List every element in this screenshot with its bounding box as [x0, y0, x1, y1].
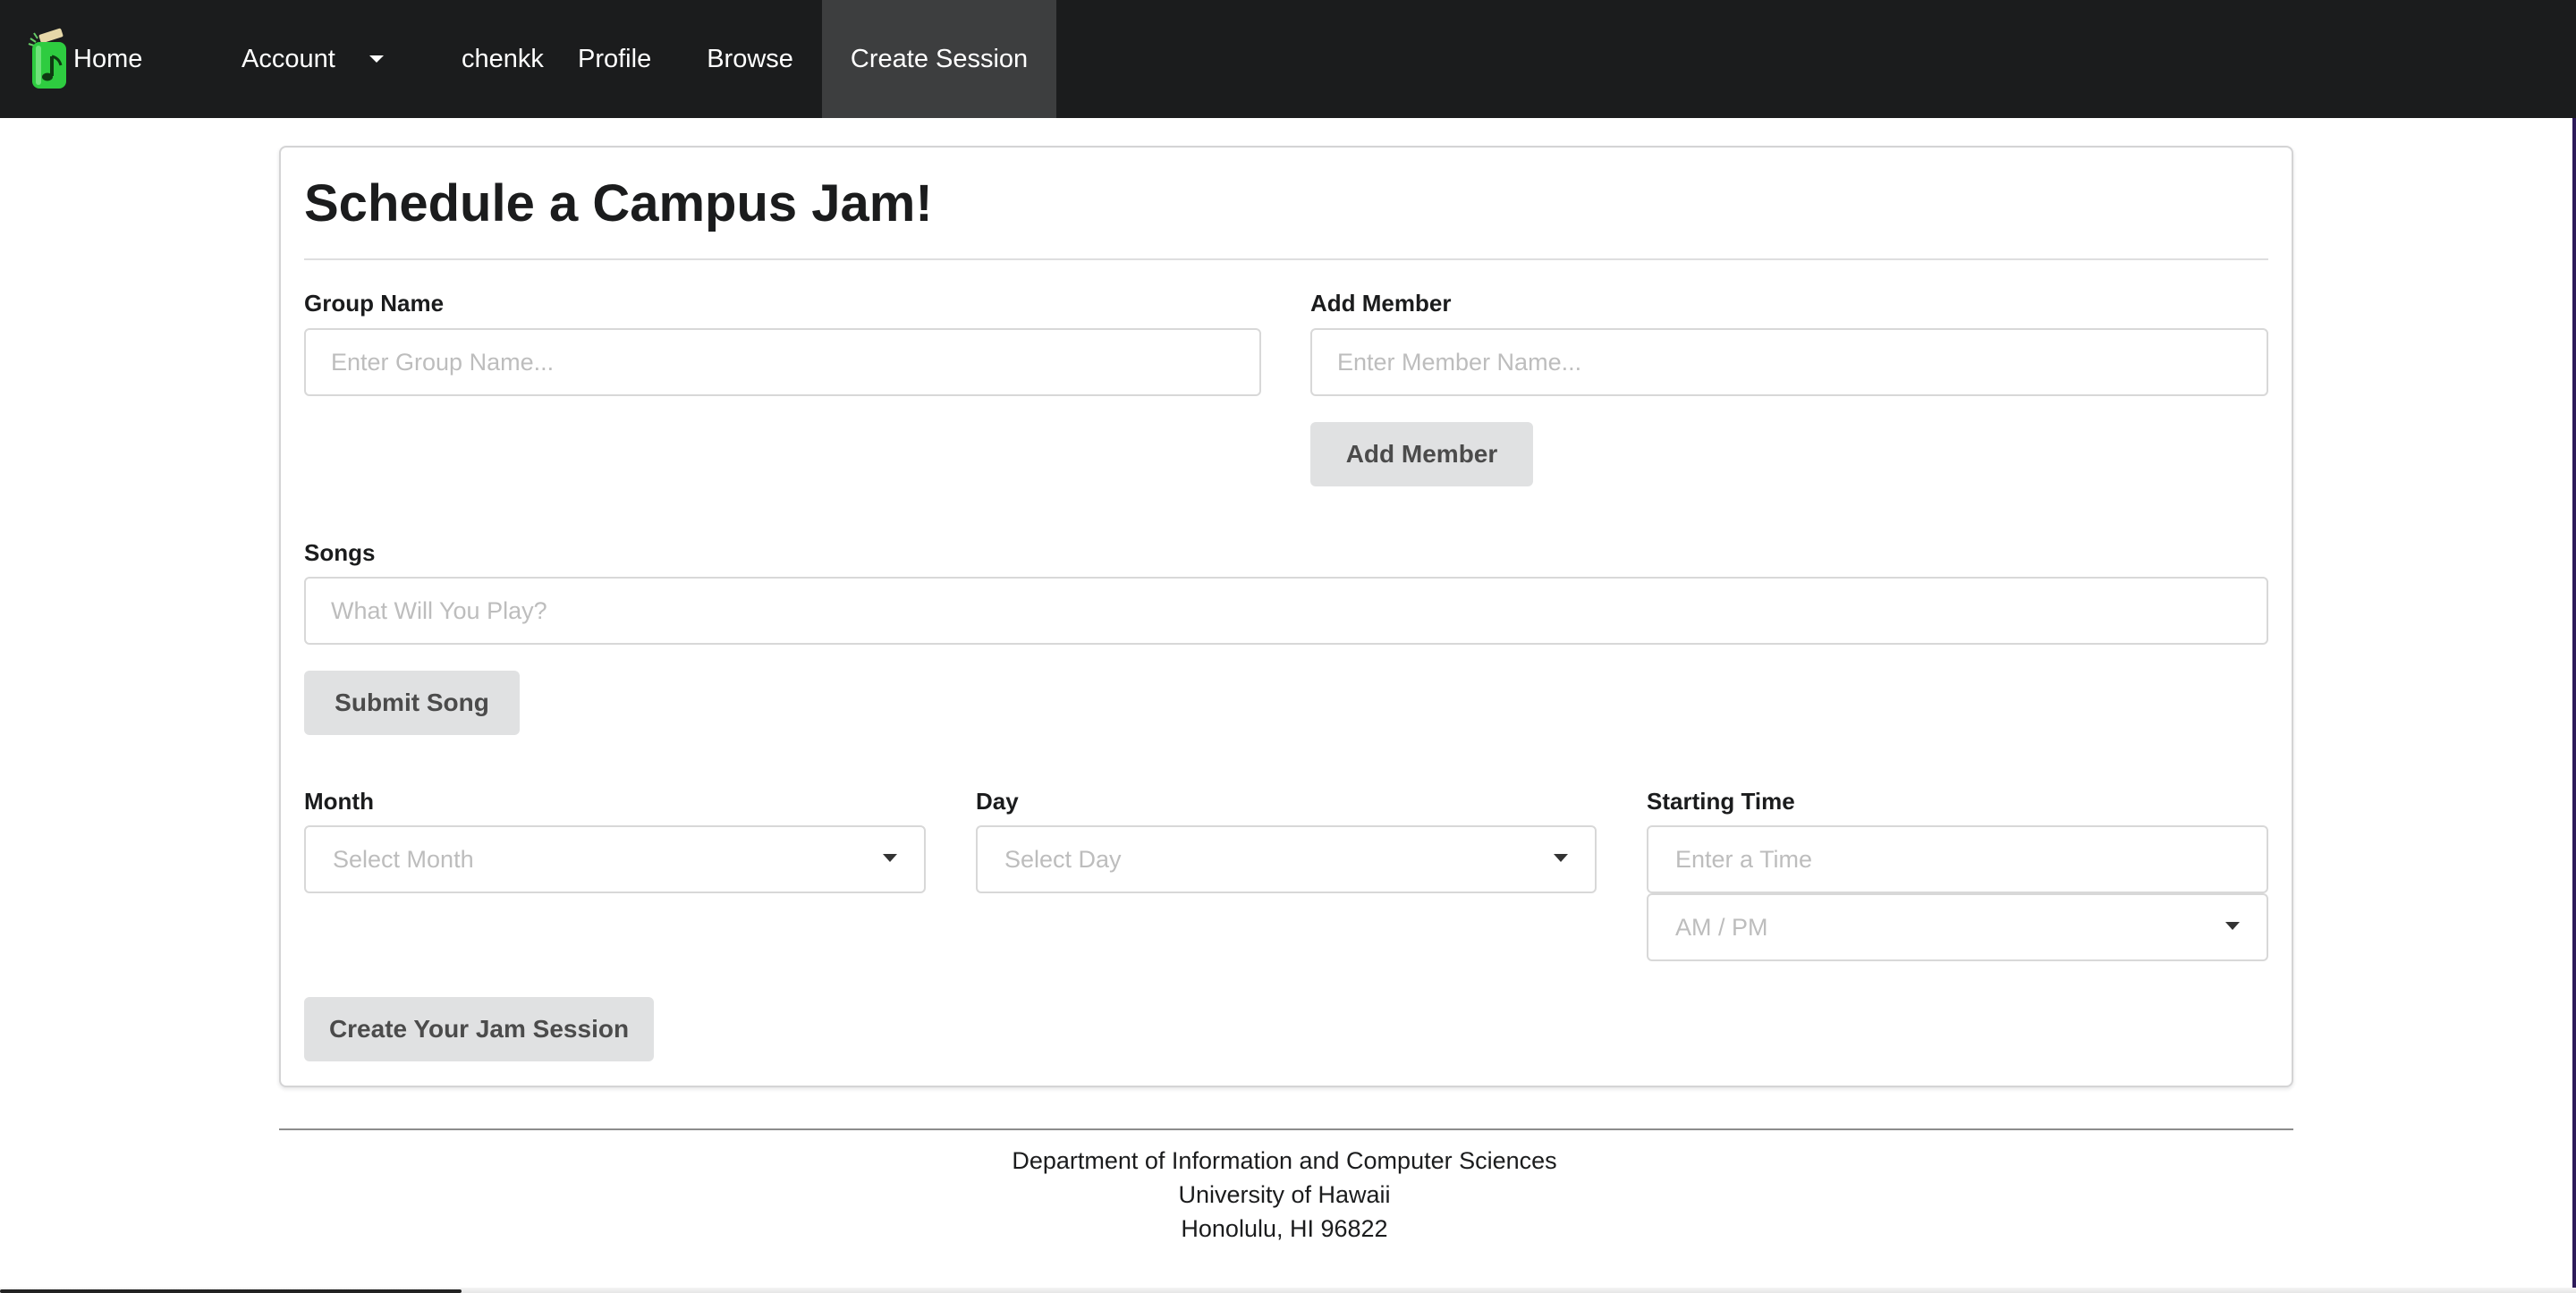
ampm-select[interactable]: AM / PM [1647, 893, 2268, 961]
nav-home-label: Home [73, 44, 143, 73]
day-select[interactable]: Select Day [976, 825, 1597, 893]
footer-university: University of Hawaii [1178, 1181, 1391, 1208]
songs-input[interactable] [304, 577, 2268, 645]
nav-profile-label: Profile [578, 44, 652, 73]
nav-profile-link[interactable]: Profile [576, 0, 674, 118]
caret-down-icon [369, 55, 384, 63]
footer-divider [279, 1128, 2293, 1130]
month-select-placeholder: Select Month [333, 845, 474, 873]
nav-account-label: Account [242, 44, 335, 73]
dropdown-caret-icon [883, 853, 897, 862]
nav-username-label: chenkk [462, 44, 544, 73]
nav-username[interactable]: chenkk [438, 0, 576, 118]
create-jam-session-button[interactable]: Create Your Jam Session [304, 997, 654, 1061]
nav-create-session-label: Create Session [850, 44, 1029, 73]
member-name-input[interactable] [1310, 328, 2268, 396]
nav-create-session-link[interactable]: Create Session [821, 0, 1057, 118]
nav-browse-label: Browse [707, 44, 793, 73]
dropdown-caret-icon [2225, 921, 2240, 930]
month-label: Month [304, 788, 374, 815]
footer-department: Department of Information and Computer S… [1012, 1147, 1557, 1174]
nav-browse-link[interactable]: Browse [674, 0, 822, 118]
add-member-label: Add Member [1310, 290, 1452, 317]
day-select-placeholder: Select Day [1004, 845, 1122, 873]
dropdown-caret-icon [1554, 853, 1568, 862]
add-member-button[interactable]: Add Member [1310, 422, 1533, 486]
day-label: Day [976, 788, 1019, 815]
group-name-input[interactable] [304, 328, 1261, 396]
submit-song-button[interactable]: Submit Song [304, 671, 520, 735]
starting-time-label: Starting Time [1647, 788, 1795, 815]
top-navbar: Home Account chenkk Profile Browse Creat… [0, 0, 2576, 118]
window-edge [2572, 118, 2576, 1293]
page-title: Schedule a Campus Jam! [304, 174, 933, 232]
month-select[interactable]: Select Month [304, 825, 926, 893]
jar-music-logo-icon [27, 26, 73, 92]
group-name-label: Group Name [304, 290, 445, 317]
title-divider [304, 258, 2268, 260]
ampm-select-placeholder: AM / PM [1675, 913, 1768, 941]
horizontal-scrollbar[interactable] [0, 1289, 462, 1293]
nav-account-dropdown[interactable]: Account [215, 0, 438, 118]
nav-home-link[interactable]: Home [0, 0, 215, 118]
songs-label: Songs [304, 539, 376, 566]
footer-address: Honolulu, HI 96822 [1181, 1215, 1388, 1242]
starting-time-input[interactable] [1647, 825, 2268, 893]
